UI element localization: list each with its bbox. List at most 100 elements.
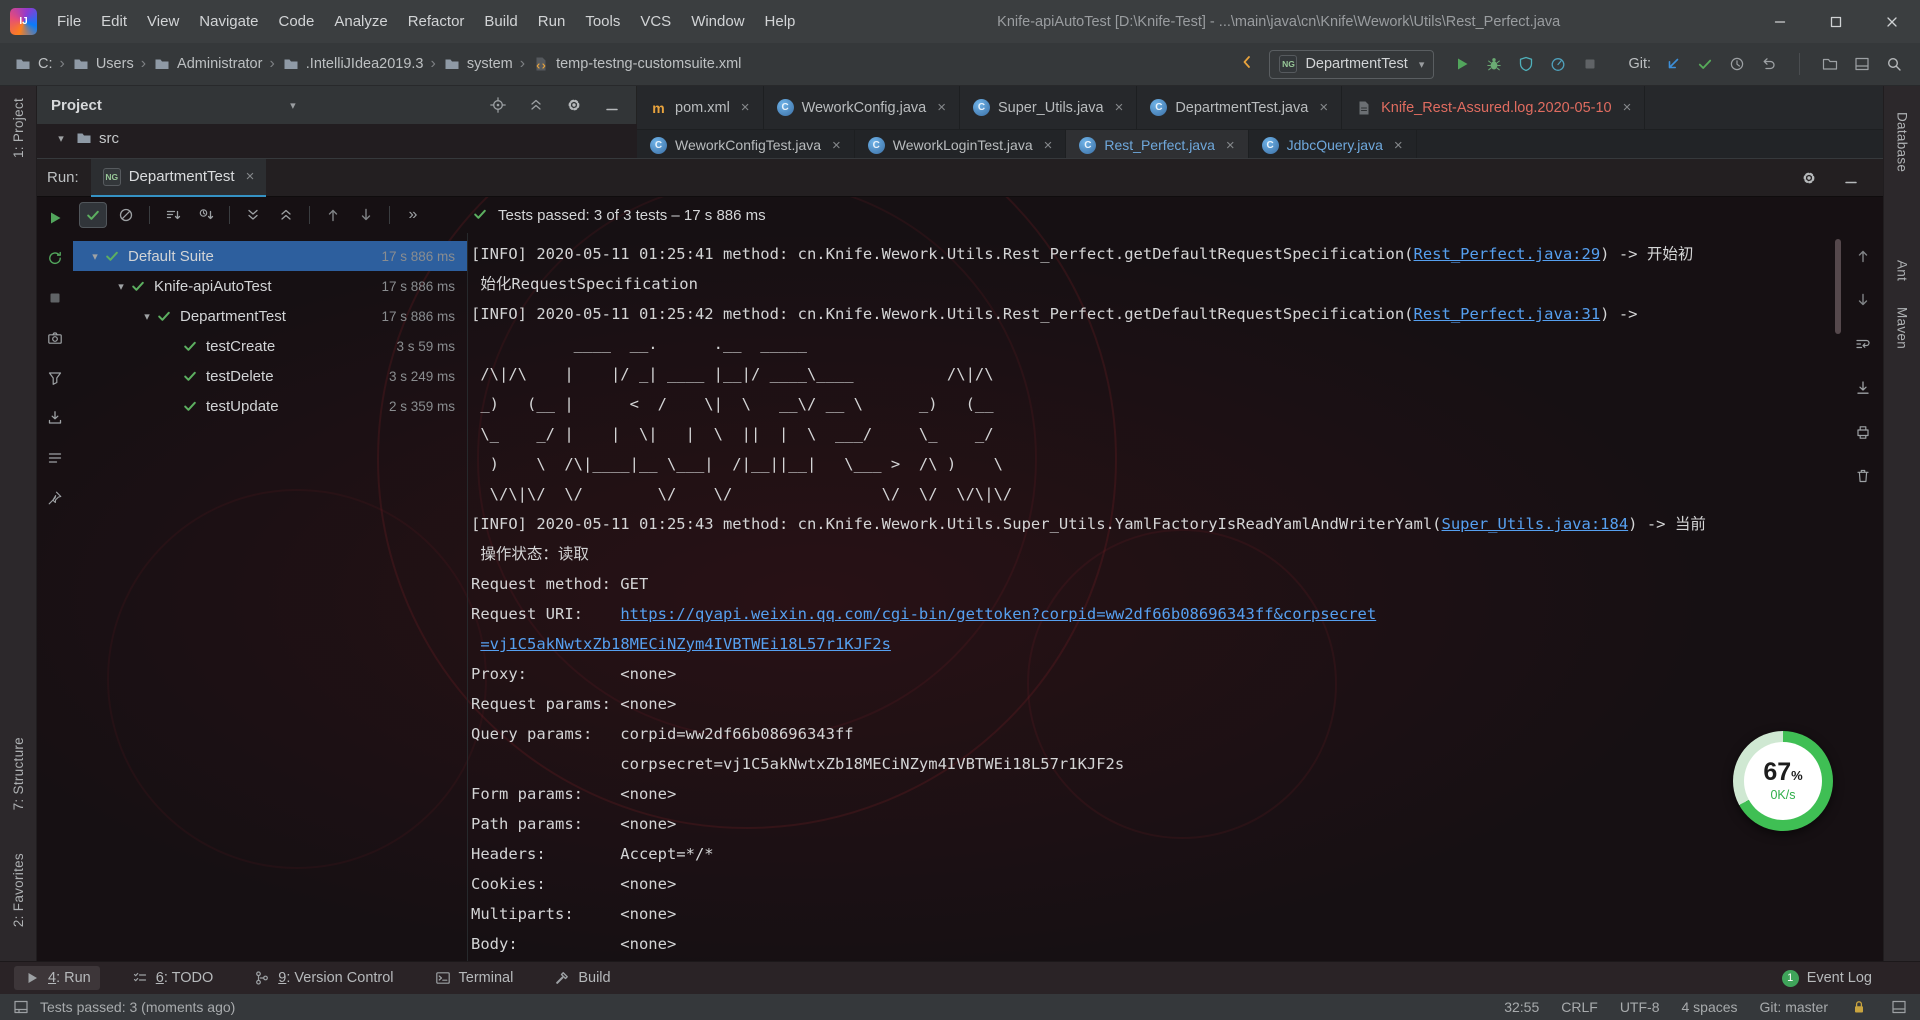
console-link[interactable]: https://qyapi.weixin.qq.com/cgi-bin/gett… — [620, 605, 1376, 623]
git-commit-button[interactable] — [1691, 51, 1719, 77]
stop-button[interactable] — [41, 285, 69, 311]
git-history-button[interactable] — [1723, 51, 1751, 77]
breadcrumb-item[interactable]: Users — [70, 55, 136, 73]
minimize-button[interactable] — [1752, 0, 1808, 43]
git-update-button[interactable] — [1659, 51, 1687, 77]
menu-refactor[interactable]: Refactor — [398, 13, 475, 30]
test-history-button[interactable] — [41, 445, 69, 471]
debug-button[interactable] — [1480, 51, 1508, 77]
restore-windows-icon[interactable] — [1890, 998, 1908, 1016]
menu-analyze[interactable]: Analyze — [324, 13, 397, 30]
console-link[interactable]: Rest_Perfect.java:31 — [1414, 305, 1601, 323]
chevron-expanded-icon[interactable]: ▾ — [113, 280, 129, 293]
test-tree-row[interactable]: ▾ Knife-apiAutoTest 17 s 886 ms — [73, 271, 467, 301]
tool-window-toggle-icon[interactable] — [12, 998, 30, 1016]
console-link[interactable]: Super_Utils.java:184 — [1442, 515, 1629, 533]
close-tab-icon[interactable]: × — [1319, 99, 1328, 116]
test-tree-row[interactable]: testDelete 3 s 249 ms — [73, 361, 467, 391]
menu-build[interactable]: Build — [474, 13, 527, 30]
menu-navigate[interactable]: Navigate — [189, 13, 268, 30]
close-button[interactable] — [1864, 0, 1920, 43]
close-tab-icon[interactable]: × — [937, 99, 946, 116]
previous-failed-test-button[interactable] — [319, 202, 347, 228]
git-revert-button[interactable] — [1755, 51, 1783, 77]
menu-code[interactable]: Code — [268, 13, 324, 30]
tool-window-button-ant[interactable]: Ant — [1895, 260, 1910, 281]
toolwindow-button-build[interactable]: Build — [544, 966, 619, 990]
editor-tab[interactable]: C JdbcQuery.java × — [1249, 130, 1417, 160]
close-tab-icon[interactable]: × — [1044, 137, 1053, 154]
run-configuration-select[interactable]: NG DepartmentTest ▾ — [1269, 49, 1435, 79]
test-tree-row[interactable]: ▾ Default Suite 17 s 886 ms — [73, 241, 467, 271]
filter-button[interactable] — [41, 365, 69, 391]
menu-window[interactable]: Window — [681, 13, 754, 30]
screenshot-button[interactable] — [41, 325, 69, 351]
collapse-all-button[interactable] — [272, 202, 300, 228]
coverage-button[interactable] — [1512, 51, 1540, 77]
hide-button[interactable] — [598, 92, 626, 118]
chevron-expanded-icon[interactable]: ▾ — [53, 132, 69, 145]
menu-help[interactable]: Help — [755, 13, 806, 30]
status-widget[interactable]: 4 spaces — [1681, 999, 1737, 1015]
menu-tools[interactable]: Tools — [575, 13, 630, 30]
expand-all-button[interactable] — [239, 202, 267, 228]
toolwindow-button-run[interactable]: 4: Run — [14, 966, 100, 990]
menu-run[interactable]: Run — [528, 13, 576, 30]
import-test-results-button[interactable] — [41, 405, 69, 431]
editor-tab[interactable]: C DepartmentTest.java × — [1137, 86, 1343, 129]
close-tab-icon[interactable]: × — [832, 137, 841, 154]
run-tab[interactable]: NG DepartmentTest × — [90, 159, 267, 197]
event-log-button[interactable]: 1 Event Log — [1781, 969, 1906, 987]
print-button[interactable] — [1849, 419, 1877, 445]
editor-tab[interactable]: C Super_Utils.java × — [960, 86, 1138, 129]
editor-tab[interactable]: C Rest_Perfect.java × — [1066, 130, 1249, 160]
close-tab-icon[interactable]: × — [1623, 99, 1632, 116]
down-stack-trace-button[interactable] — [1849, 287, 1877, 313]
close-tab-icon[interactable]: × — [741, 99, 750, 116]
close-tab-icon[interactable]: × — [1226, 137, 1235, 154]
breadcrumb-item[interactable]: C: — [12, 55, 55, 73]
pin-button[interactable] — [41, 485, 69, 511]
project-panel-title[interactable]: Project — [51, 97, 102, 114]
more-icon[interactable]: » — [399, 202, 427, 228]
menu-view[interactable]: View — [137, 13, 189, 30]
next-failed-test-button[interactable] — [352, 202, 380, 228]
breadcrumb-item[interactable]: system — [441, 55, 515, 73]
editor-tab[interactable]: C WeworkConfigTest.java × — [637, 130, 855, 160]
tool-window-button-structure[interactable]: 7: Structure — [11, 737, 26, 810]
tool-window-button-maven[interactable]: Maven — [1895, 307, 1910, 349]
console-scrollbar[interactable] — [1833, 235, 1843, 957]
console-output[interactable]: [INFO] 2020-05-11 01:25:41 method: cn.Kn… — [471, 235, 1805, 959]
settings-button[interactable] — [560, 92, 588, 118]
rerun-failed-button[interactable] — [41, 245, 69, 271]
status-widget[interactable]: Git: master — [1760, 999, 1828, 1015]
test-tree-row[interactable]: testUpdate 2 s 359 ms — [73, 391, 467, 421]
scroll-to-end-button[interactable] — [1849, 375, 1877, 401]
toolwindow-button-version-control[interactable]: 9: Version Control — [244, 966, 402, 990]
collapse-all-button[interactable] — [522, 92, 550, 118]
search-button[interactable] — [1880, 51, 1908, 77]
scrollbar-thumb[interactable] — [1835, 239, 1841, 334]
close-tab-icon[interactable]: × — [1115, 99, 1124, 116]
run-button[interactable] — [1448, 51, 1476, 77]
sort-by-duration-button[interactable] — [192, 202, 220, 228]
chevron-down-icon[interactable]: ▾ — [290, 99, 296, 112]
rerun-button[interactable] — [41, 205, 69, 231]
console-link[interactable]: =vj1C5akNwtxZb18MECiNZym4IVBTWEi18L57r1K… — [480, 635, 891, 653]
toolwindow-button-terminal[interactable]: Terminal — [425, 966, 523, 990]
tool-window-button-project[interactable]: 1: Project — [11, 98, 26, 158]
hide-tool-window-button[interactable] — [1837, 165, 1865, 191]
sort-alphabetically-button[interactable] — [159, 202, 187, 228]
editor-tab[interactable]: Knife_Rest-Assured.log.2020-05-10 × — [1342, 86, 1646, 129]
panel-splitter[interactable] — [467, 233, 468, 961]
profiler-button[interactable] — [1544, 51, 1572, 77]
soft-wrap-button[interactable] — [1849, 331, 1877, 357]
close-tab-icon[interactable]: × — [246, 168, 255, 185]
menu-vcs[interactable]: VCS — [630, 13, 681, 30]
locate-button[interactable] — [484, 92, 512, 118]
project-tree-item-src[interactable]: ▾ src — [37, 124, 637, 152]
up-stack-trace-button[interactable] — [1849, 243, 1877, 269]
chevron-expanded-icon[interactable]: ▾ — [139, 310, 155, 323]
maximize-button[interactable] — [1808, 0, 1864, 43]
clear-all-button[interactable] — [1849, 463, 1877, 489]
